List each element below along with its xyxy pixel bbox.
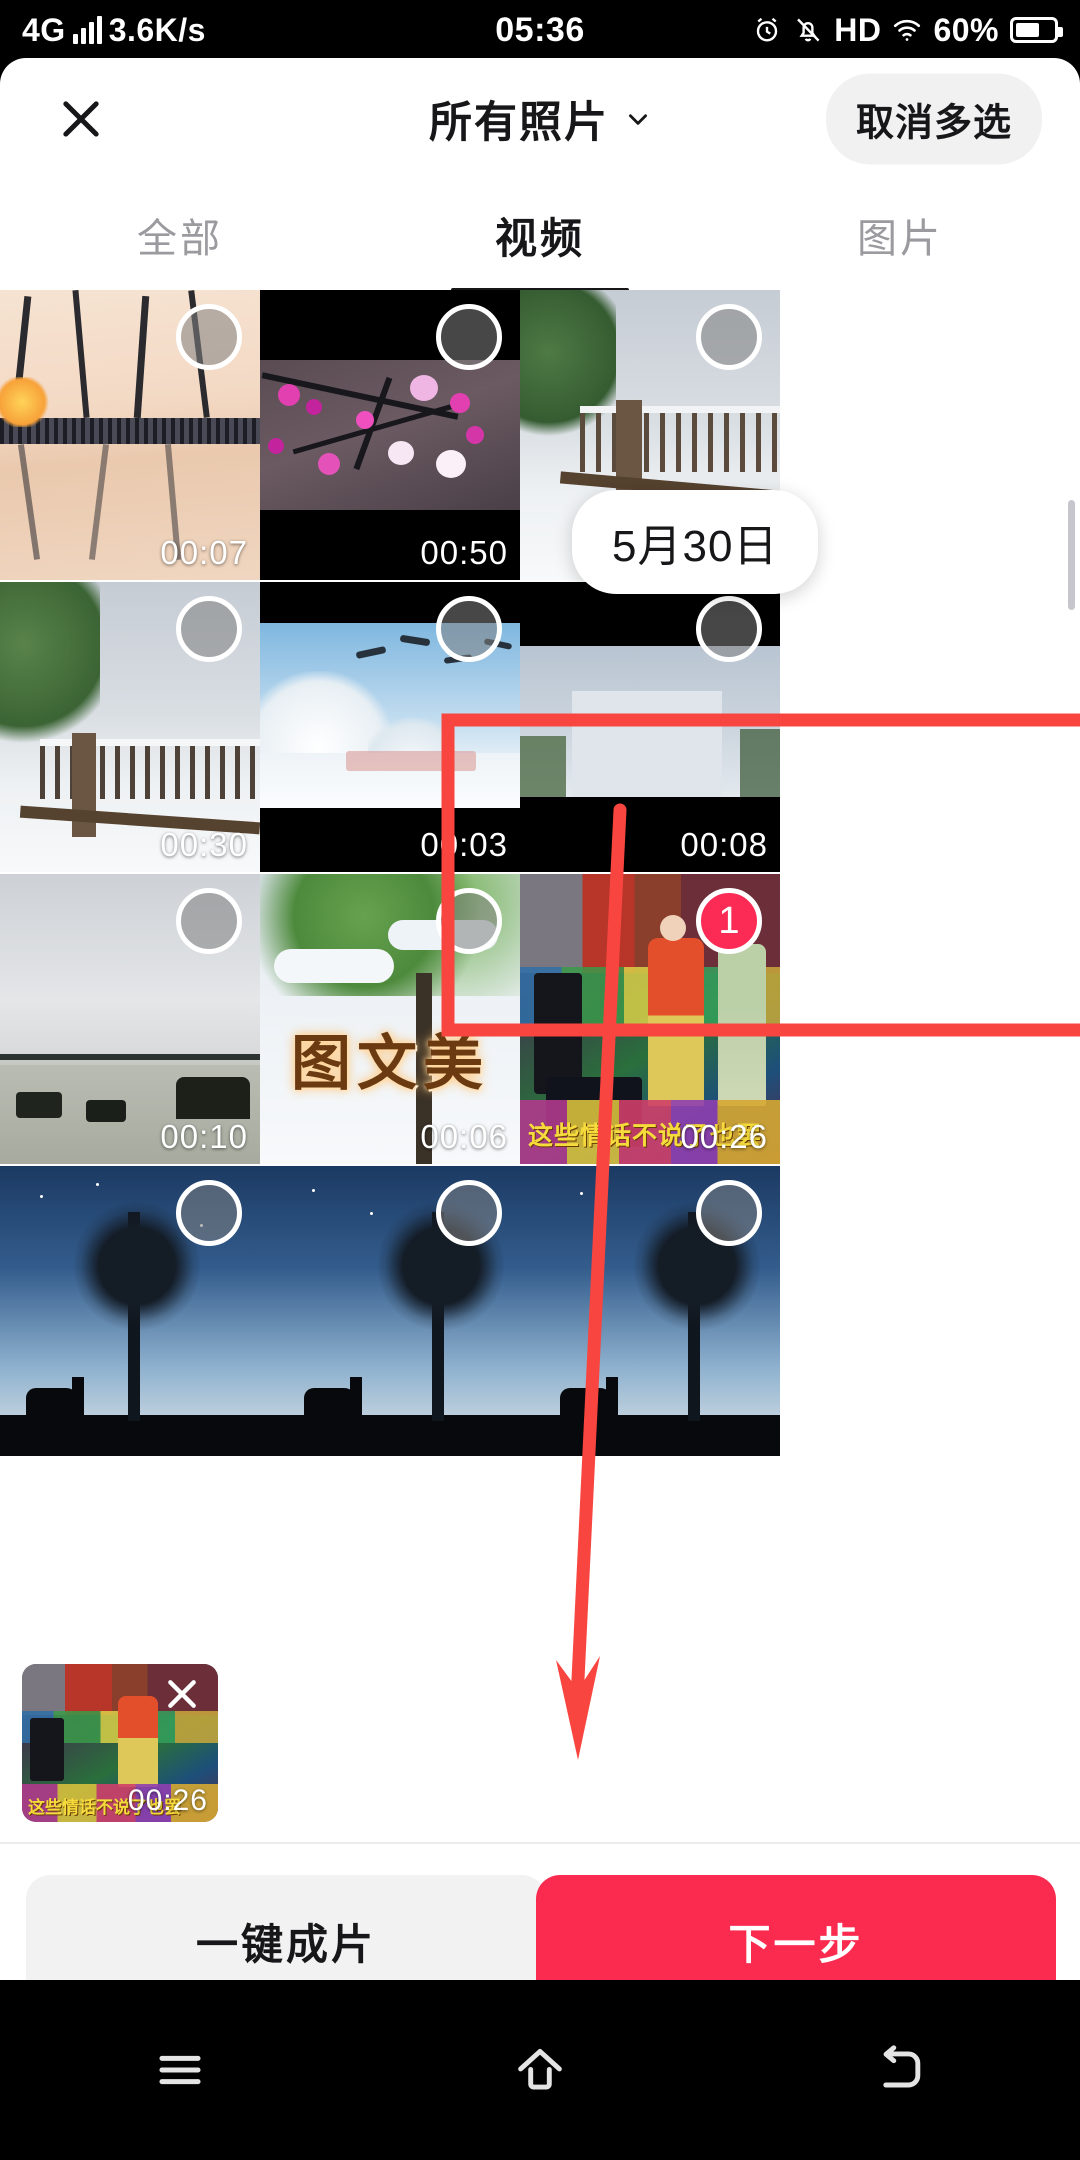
tab-all-label: 全部 [137,217,223,261]
media-cell[interactable]: 00:07 [0,290,260,580]
selected-thumbnail[interactable]: 这些情话不说了也罢 00:26 [22,1664,218,1822]
duration-label: 00:30 [160,826,248,863]
remove-selected-button[interactable] [154,1666,210,1722]
tab-video[interactable]: 视频 [360,205,720,297]
cancel-multiselect-button[interactable]: 取消多选 [825,73,1042,165]
duration-label: 00:08 [680,826,768,863]
nav-home-button[interactable] [360,2039,720,2101]
close-icon [63,101,99,137]
duration-label: 00:50 [420,534,508,571]
battery-percent-label: 60% [933,11,999,48]
selected-media-strip: 这些情话不说了也罢 00:26 [0,1642,1080,1838]
mute-bell-icon [797,18,820,42]
album-selector[interactable]: 所有照片 [429,88,651,150]
close-icon [168,1680,196,1708]
media-cell[interactable]: 00:50 [260,290,520,580]
selection-checkbox[interactable] [696,1180,762,1246]
selection-order-badge: 1 [718,899,740,942]
media-cell[interactable]: 00:10 [0,874,260,1164]
selection-checkbox[interactable] [176,596,242,662]
tab-video-label: 视频 [494,214,585,262]
system-nav-bar [0,1980,1080,2160]
media-cell[interactable]: 00:30 [0,582,260,872]
status-right: HD 60% [752,11,1063,49]
media-cell[interactable]: 00:03 [260,582,520,872]
close-button[interactable] [48,86,114,152]
selection-checkbox[interactable] [436,888,502,954]
status-bar: 4G 3.6K/s 05:36 HD 60% [0,0,1080,60]
duration-label: 00:06 [420,1118,508,1155]
video-overlay-text: 图文美 [291,1030,489,1097]
duration-label: 00:26 [127,1784,208,1817]
chevron-down-icon [629,114,647,125]
nav-back-button[interactable] [720,2039,1080,2101]
date-tooltip: 5月30日 [572,490,819,594]
duration-label: 00:03 [420,826,508,863]
selection-checkbox[interactable] [176,304,242,370]
tab-image[interactable]: 图片 [720,206,1080,264]
album-title-label: 所有照片 [429,99,609,147]
selection-checkbox-selected[interactable]: 1 [696,888,762,954]
media-cell[interactable]: 图文美 00:06 [260,874,520,1164]
duration-label: 00:07 [160,534,248,571]
picker-header: 所有照片 取消多选 [0,58,1080,180]
back-icon [883,2045,921,2088]
selection-checkbox[interactable] [436,304,502,370]
photo-picker-sheet: 所有照片 取消多选 全部 视频 图片 00:07 00:50 00:30 00:… [0,58,1080,2038]
grid-scrollbar[interactable] [1068,500,1075,610]
media-cell-selected[interactable]: 这些情话不说了也罢 1 00:26 [520,874,780,1164]
selection-checkbox[interactable] [696,596,762,662]
menu-icon [159,2055,201,2085]
media-cell[interactable] [0,1166,260,1456]
home-icon [518,2048,562,2090]
media-cell[interactable] [520,1166,780,1456]
media-cell[interactable]: 00:08 [520,582,780,872]
alarm-clock-icon [757,17,778,42]
media-cell[interactable] [260,1166,520,1456]
hd-label: HD [834,11,882,48]
wifi-icon [894,19,921,41]
duration-label: 00:26 [680,1118,768,1155]
selection-checkbox[interactable] [436,1180,502,1246]
nav-menu-button[interactable] [0,2039,360,2101]
media-grid[interactable]: 00:07 00:50 00:30 00:03 00:08 00:10 图文美 … [0,290,1080,1530]
selection-checkbox[interactable] [436,596,502,662]
tab-all[interactable]: 全部 [0,206,360,264]
selection-checkbox[interactable] [176,1180,242,1246]
selection-checkbox[interactable] [696,304,762,370]
media-type-tabs: 全部 视频 图片 [0,180,1080,297]
duration-label: 00:10 [160,1118,248,1155]
tab-image-label: 图片 [857,217,943,261]
selection-checkbox[interactable] [176,888,242,954]
battery-icon [1010,17,1063,43]
